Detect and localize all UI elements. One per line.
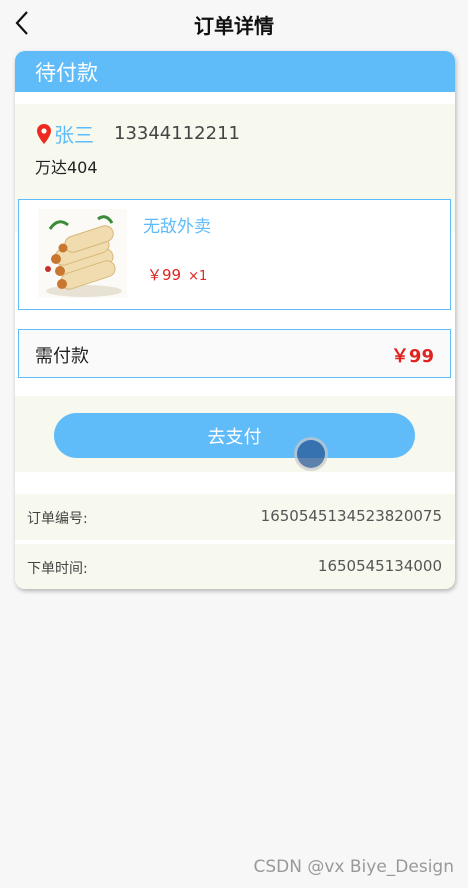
- order-item[interactable]: 无敌外卖 ￥99 ×1: [18, 199, 451, 310]
- address-detail: 万达404: [35, 158, 98, 177]
- order-time-label: 下单时间:: [27, 561, 88, 577]
- order-card: 待付款 张三 13344112211 万达404 无敌外卖 ￥99 ×1 需付款…: [15, 51, 455, 589]
- item-price: ￥99: [147, 266, 182, 284]
- payable-row: 需付款 ￥99: [18, 329, 451, 378]
- page-title: 订单详情: [194, 14, 274, 38]
- payable-amount: ￥99: [390, 346, 434, 367]
- order-status: 待付款: [35, 60, 98, 85]
- order-time-value: 1650545134000: [317, 557, 442, 575]
- item-quantity: ×1: [188, 269, 208, 284]
- watermark: CSDN @vx Biye_Design: [253, 857, 455, 877]
- payable-label: 需付款: [35, 346, 89, 367]
- pay-button-label: 去支付: [207, 426, 262, 448]
- order-number-row: 订单编号: 1650545134523820075: [15, 494, 455, 540]
- order-number-value: 1650545134523820075: [260, 507, 442, 525]
- item-price-row: ￥99 ×1: [147, 264, 207, 285]
- address-contact: 张三 13344112211: [37, 119, 240, 148]
- status-header: 待付款: [15, 51, 455, 92]
- order-number-label: 订单编号:: [27, 511, 88, 527]
- pay-area: 去支付: [15, 396, 455, 472]
- order-time-row: 下单时间: 1650545134000: [15, 544, 455, 589]
- touch-indicator: [297, 440, 325, 468]
- item-name: 无敌外卖: [143, 217, 211, 237]
- recipient-phone: 13344112211: [114, 123, 240, 144]
- recipient-name: 张三: [54, 123, 94, 147]
- pay-button[interactable]: 去支付: [54, 413, 415, 458]
- food-thumbnail: [38, 209, 127, 298]
- location-pin-icon: [37, 123, 51, 144]
- top-nav-bar: 订单详情: [0, 0, 468, 46]
